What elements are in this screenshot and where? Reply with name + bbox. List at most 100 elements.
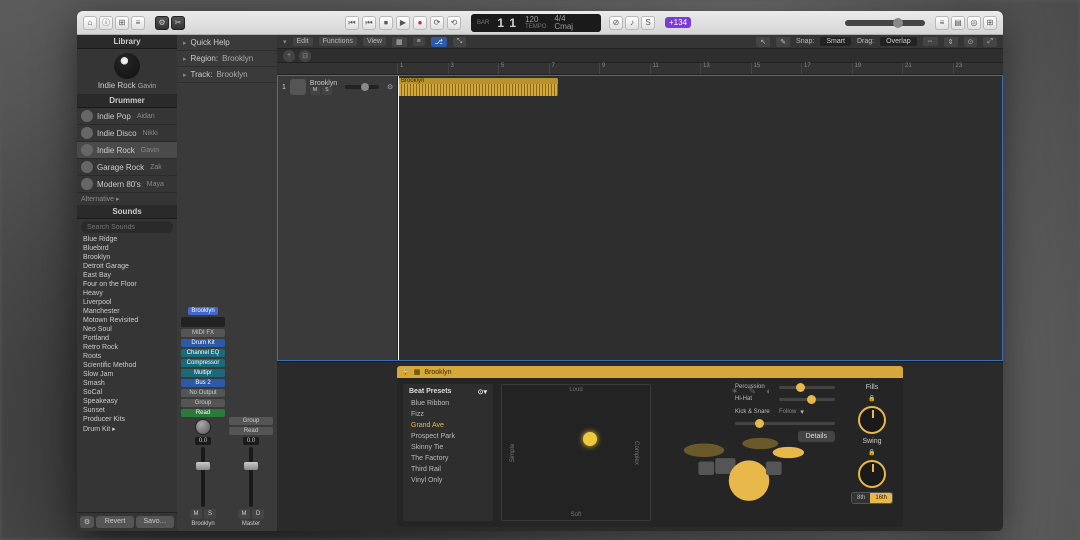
tuner-icon[interactable]: ♪ xyxy=(625,16,639,30)
swing-lock-icon[interactable]: 🔒 xyxy=(868,449,875,456)
track-mute-button[interactable]: M xyxy=(310,87,320,95)
playhead[interactable] xyxy=(398,76,399,360)
zoom-h-icon[interactable]: ⇔ xyxy=(923,37,938,46)
revert-button[interactable]: Revert xyxy=(96,516,134,528)
mixer-toggle-icon[interactable]: ⊞ xyxy=(115,16,129,30)
fx-slot-2[interactable]: Compressor xyxy=(181,359,225,367)
swing-resolution-toggle[interactable]: 8th16th xyxy=(851,492,893,504)
smart-controls-icon[interactable]: ⚙ xyxy=(155,16,169,30)
alternative-category[interactable]: Alternative ▸ xyxy=(77,193,177,205)
preset-item[interactable]: Blue Ribbon xyxy=(405,398,491,409)
zoom-v-icon[interactable]: ⇕ xyxy=(944,37,958,47)
drummer-item[interactable]: Indie RockGavin xyxy=(77,142,177,159)
sound-item[interactable]: Retro Rock xyxy=(77,343,177,352)
presets-menu-icon[interactable]: ⊙▾ xyxy=(478,388,487,396)
sound-item[interactable]: Portland xyxy=(77,334,177,343)
master-volume-slider[interactable] xyxy=(845,20,925,26)
drag-value[interactable]: Overlap xyxy=(880,37,917,46)
details-button[interactable]: Details xyxy=(798,431,835,442)
fills-lock-icon[interactable]: 🔒 xyxy=(868,395,875,402)
solo-icon[interactable]: S xyxy=(641,16,655,30)
master-fader[interactable] xyxy=(249,447,253,507)
master-mute-button[interactable]: M xyxy=(238,509,250,519)
functions-menu[interactable]: Functions xyxy=(319,37,357,46)
pan-knob[interactable] xyxy=(195,419,211,435)
send-slot[interactable]: Bus 2 xyxy=(181,379,225,387)
sound-item[interactable]: Detroit Garage xyxy=(77,262,177,271)
fx-slot-3[interactable]: Multipr xyxy=(181,369,225,377)
preset-item[interactable]: Skinny Tie xyxy=(405,442,491,453)
lock-icon[interactable]: 🔒 xyxy=(401,368,410,376)
automation-mode[interactable]: Read xyxy=(181,409,225,417)
sound-item[interactable]: Bluebird xyxy=(77,244,177,253)
editor-toggle-icon[interactable]: ≡ xyxy=(131,16,145,30)
xy-pad[interactable]: Loud Soft Simple Complex xyxy=(501,384,651,521)
drummer-item[interactable]: Modern 80'sMaya xyxy=(77,176,177,193)
strip-solo-button[interactable]: S xyxy=(204,509,216,519)
master-automation[interactable]: Read xyxy=(229,427,273,435)
preset-item[interactable]: Vinyl Only xyxy=(405,475,491,486)
volume-fader[interactable] xyxy=(201,447,205,507)
edit-menu[interactable]: Edit xyxy=(293,37,313,46)
sound-item[interactable]: Neo Soul xyxy=(77,325,177,334)
drummer-item[interactable]: Indie DiscoNikki xyxy=(77,125,177,142)
sound-item[interactable]: Speakeasy xyxy=(77,397,177,406)
bar-ruler[interactable]: 1357911131517192123 xyxy=(277,63,1003,75)
sound-item[interactable]: Drum Kit ▸ xyxy=(77,424,177,434)
loops-icon[interactable]: ◎ xyxy=(967,16,981,30)
rewind-button[interactable]: ⏮ xyxy=(362,16,376,30)
library-settings-button[interactable]: ⚙ xyxy=(80,516,94,528)
sound-item[interactable]: Blue Ridge xyxy=(77,235,177,244)
count-in-button[interactable]: ⟲ xyxy=(447,16,461,30)
track-headphones-icon[interactable]: ⊙ xyxy=(387,83,393,91)
drummer-item[interactable]: Indie PopAidan xyxy=(77,108,177,125)
strip-mute-button[interactable]: M xyxy=(190,509,202,519)
strip-name[interactable]: Brooklyn xyxy=(188,307,217,315)
search-sounds-input[interactable] xyxy=(81,221,173,233)
tracks-disclosure-icon[interactable]: ▾ xyxy=(283,38,287,46)
track-solo-button[interactable]: S xyxy=(322,87,332,95)
duplicate-track-button[interactable]: ⊡ xyxy=(299,50,311,62)
track-volume-slider[interactable] xyxy=(345,85,379,89)
sound-item[interactable]: Motown Revisited xyxy=(77,316,177,325)
hihat-slider[interactable] xyxy=(779,398,835,401)
track-header[interactable]: 1 Brooklyn MS ⊙ xyxy=(278,76,397,98)
library-toggle-icon[interactable]: ⌂ xyxy=(83,16,97,30)
link-icon[interactable]: ⤢ xyxy=(983,37,997,47)
browser-icon[interactable]: ⊞ xyxy=(983,16,997,30)
group-slot[interactable]: Group xyxy=(181,399,225,407)
xy-puck[interactable] xyxy=(583,432,597,446)
stop-button[interactable]: ⏹ xyxy=(379,16,393,30)
play-button[interactable]: ▶ xyxy=(396,16,410,30)
snap-value[interactable]: Smart xyxy=(820,37,851,46)
track-icon[interactable] xyxy=(290,79,306,95)
fx-slot-1[interactable]: Channel EQ xyxy=(181,349,225,357)
drummer-item[interactable]: Garage RockZak xyxy=(77,159,177,176)
output-slot[interactable]: No Output xyxy=(181,389,225,397)
sound-item[interactable]: Brooklyn xyxy=(77,253,177,262)
lcd-display[interactable]: BAR 1 1 120TEMPO 4/4Cmaj xyxy=(471,14,601,32)
notes-icon[interactable]: ▤ xyxy=(951,16,965,30)
flex-icon[interactable]: ⤡ xyxy=(453,37,467,47)
record-button[interactable]: ● xyxy=(413,16,427,30)
pencil-tool-icon[interactable]: ✎ xyxy=(776,37,790,47)
sound-item[interactable]: Four on the Floor xyxy=(77,280,177,289)
catch-icon[interactable]: ⊙ xyxy=(964,37,978,47)
fills-knob[interactable] xyxy=(858,406,886,434)
sound-item[interactable]: Heavy xyxy=(77,289,177,298)
sound-item[interactable]: Smash xyxy=(77,379,177,388)
sound-item[interactable]: Sunset xyxy=(77,406,177,415)
sound-item[interactable]: East Bay xyxy=(77,271,177,280)
view-menu[interactable]: View xyxy=(363,37,386,46)
instrument-slot[interactable]: Drum Kit xyxy=(181,339,225,347)
preset-item[interactable]: The Factory xyxy=(405,453,491,464)
follow-track-menu[interactable]: ▾ xyxy=(800,408,804,416)
drummer-avatar[interactable] xyxy=(114,53,140,79)
percussion-slider[interactable] xyxy=(779,386,835,389)
master-dim-button[interactable]: D xyxy=(252,509,264,519)
replace-icon[interactable]: ⊘ xyxy=(609,16,623,30)
pointer-tool-icon[interactable]: ↖ xyxy=(756,37,770,47)
goto-start-button[interactable]: ⏮ xyxy=(345,16,359,30)
sound-item[interactable]: Roots xyxy=(77,352,177,361)
sound-item[interactable]: Producer Kits xyxy=(77,415,177,424)
